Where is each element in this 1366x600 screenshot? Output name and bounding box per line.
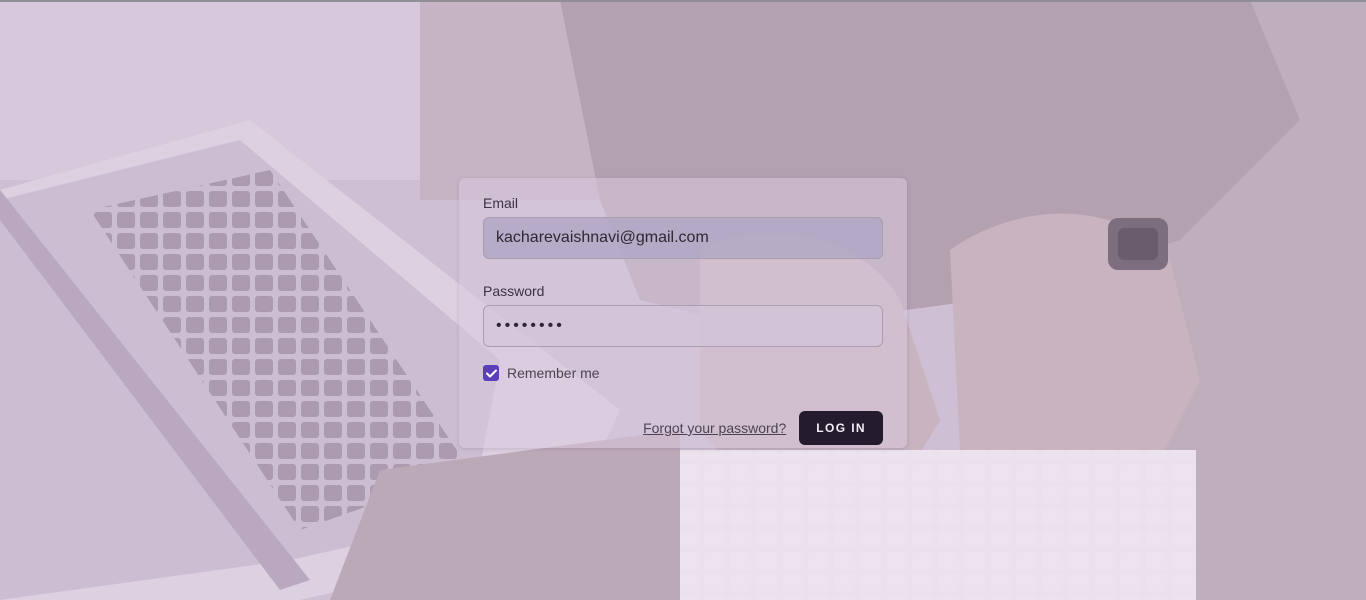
login-page: Email Password Remember me Forgot your p… bbox=[0, 0, 1366, 600]
remember-me-label: Remember me bbox=[507, 365, 600, 381]
forgot-password-link[interactable]: Forgot your password? bbox=[643, 420, 786, 436]
password-field[interactable] bbox=[483, 305, 883, 347]
login-card: Email Password Remember me Forgot your p… bbox=[459, 178, 907, 448]
email-field[interactable] bbox=[483, 217, 883, 259]
checkmark-icon bbox=[485, 369, 497, 377]
email-label: Email bbox=[483, 195, 519, 211]
remember-me-checkbox[interactable] bbox=[483, 365, 499, 381]
top-border bbox=[0, 0, 1366, 2]
password-label: Password bbox=[483, 283, 545, 299]
remember-me-row: Remember me bbox=[483, 364, 883, 382]
form-actions: Forgot your password? LOG IN bbox=[483, 411, 883, 445]
login-button[interactable]: LOG IN bbox=[799, 411, 883, 445]
